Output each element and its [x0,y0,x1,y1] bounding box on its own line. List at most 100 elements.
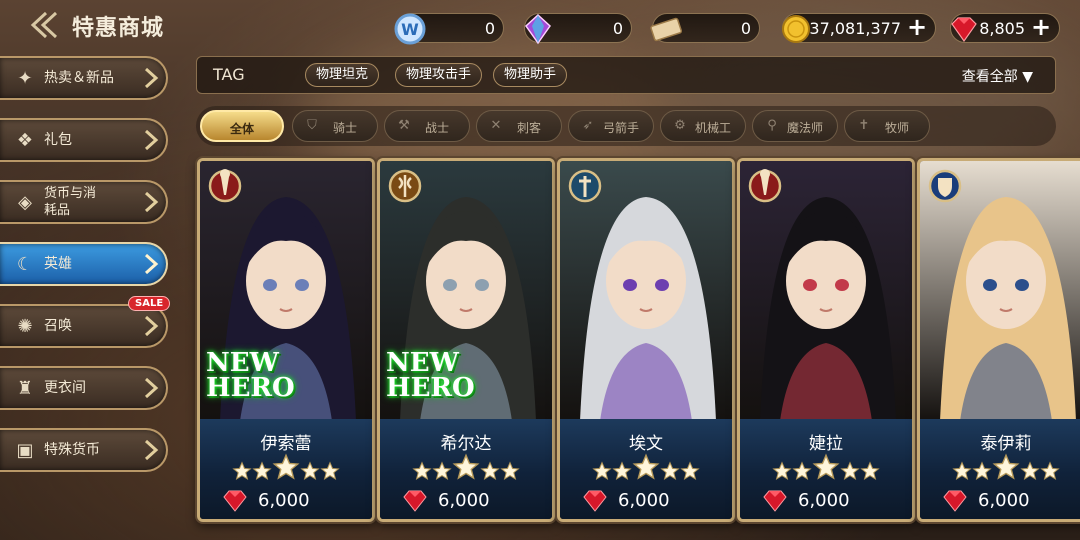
star-icon [952,461,972,480]
new-hero-badge: NEW HERO [206,350,346,403]
currency-crystal: 0 [524,13,632,45]
nav-item-summon[interactable]: ✺ 召唤 SALE [0,296,171,348]
hero-price: 6,000 [798,490,850,511]
new-hero-text: HERO [386,373,475,403]
view-all-button[interactable]: 查看全部 ▼ [962,66,1033,86]
filter-archer[interactable]: ➶ 弓箭手 [568,110,654,142]
ruby-icon [223,490,247,512]
star-icon [812,453,840,480]
special-currency-icon: ▣ [16,440,34,461]
hot-new-icon: ✦ [17,68,33,89]
hero-info-panel: 泰伊莉 6,000 [920,419,1080,519]
hero-info-panel: 伊索蕾 6,000 [200,419,372,519]
currency-value: 8,805 [979,19,1025,38]
star-icon [320,461,340,480]
currency-gold: 37,081,377 + [782,13,936,43]
star-icon [272,453,300,480]
hero-card[interactable]: NEW HERO 伊索蕾 6,000 [197,158,375,522]
wardrobe-icon: ♜ [16,378,34,399]
ruby-icon [403,490,427,512]
hero-info-panel: 希尔达 6,000 [380,419,552,519]
tag-bar: TAG 物理坦克 物理攻击手 物理助手 查看全部 ▼ [196,56,1056,94]
nav-item-gift-pack[interactable]: ❖ 礼包 [0,118,168,162]
nav-item-currency[interactable]: ◈ 货币与消耗品 [0,180,168,224]
add-gold-button[interactable]: + [905,15,929,41]
star-icon [612,461,632,480]
star-icon [480,461,500,480]
crystal-icon [525,13,551,45]
filter-assassin[interactable]: ✕ 刺客 [476,110,562,142]
currency-value: 0 [740,19,751,38]
star-rating [920,451,1080,483]
filter-label: 牧师 [884,121,909,135]
hero-card[interactable]: 埃文 6,000 [557,158,735,522]
nav-item-label: 英雄 [44,256,72,272]
hero-icon: ☾ [16,254,34,275]
nav-item-hero[interactable]: ☾ 英雄 [0,242,168,286]
star-icon [992,453,1020,480]
star-icon [972,461,992,480]
hero-card[interactable]: NEW HERO 希尔达 6,000 [377,158,555,522]
ticket-icon [650,17,683,42]
tag-chip[interactable]: 物理坦克 [305,63,380,87]
star-icon [592,461,612,480]
filter-priest[interactable]: ✝ 牧师 [844,110,930,142]
warrior-role-icon [388,169,422,203]
star-rating [200,451,372,483]
new-hero-text: HERO [206,373,295,403]
hero-card[interactable]: 泰伊莉 6,000 [917,158,1080,522]
new-hero-badge: NEW HERO [386,350,526,403]
ruby-icon [943,490,967,512]
filter-wizard[interactable]: ⚲ 魔法师 [752,110,838,142]
hero-info-panel: 婕拉 6,000 [740,419,912,519]
chevron-right-icon [144,191,159,213]
chevron-right-icon [144,129,159,151]
ruby-icon [583,490,607,512]
nav-item-label: 召唤 [44,318,72,334]
star-icon [232,461,252,480]
star-icon [300,461,320,480]
add-ruby-button[interactable]: + [1029,15,1053,41]
filter-mechanic[interactable]: ⚙ 机械工 [660,110,746,142]
filter-knight[interactable]: ⛉ 骑士 [292,110,378,142]
star-icon [680,461,700,480]
nav-item-wardrobe[interactable]: ♜ 更衣间 [0,366,168,410]
star-icon [1020,461,1040,480]
top-bar: 特惠商城 W 0 0 0 37,081,377 + 8,805 + [0,0,1080,54]
nav-item-special-currency[interactable]: ▣ 特殊货币 [0,428,168,472]
hero-price: 6,000 [978,490,1030,511]
ruby-icon [951,17,977,43]
w-token-icon: W [394,13,426,45]
filter-label: 全体 [229,122,254,136]
tag-title: TAG [213,65,245,84]
star-rating [380,451,552,483]
hero-price: 6,000 [258,490,310,511]
star-icon [452,453,480,480]
star-icon [840,461,860,480]
tag-chip[interactable]: 物理助手 [493,63,568,87]
hero-info-panel: 埃文 6,000 [560,419,732,519]
chevron-right-icon [144,67,159,89]
nav-item-label: 热卖＆新品 [44,70,114,86]
star-icon [500,461,520,480]
nav-item-hot-new[interactable]: ✦ 热卖＆新品 [0,56,168,100]
star-icon [432,461,452,480]
filter-label: 骑士 [332,121,357,135]
filter-warrior[interactable]: ⚒ 战士 [384,110,470,142]
star-icon [632,453,660,480]
chevron-right-icon [144,377,159,399]
hero-card[interactable]: 婕拉 6,000 [737,158,915,522]
chevron-right-icon [144,439,159,461]
class-filter-bar: 全体 ⛉ 骑士 ⚒ 战士 ✕ 刺客 ➶ 弓箭手 ⚙ 机械工 ⚲ 魔法师 ✝ 牧师 [196,106,1056,146]
filter-all[interactable]: 全体 [200,110,284,142]
currency-icon: ◈ [18,192,32,213]
currency-w-token: W 0 [394,13,504,45]
filter-label: 弓箭手 [602,121,639,135]
filter-label: 战士 [424,121,449,135]
star-icon [660,461,680,480]
back-button[interactable] [28,10,64,40]
currency-value: 0 [484,19,495,38]
star-icon [772,461,792,480]
tag-chip[interactable]: 物理攻击手 [395,63,483,87]
currency-ticket: 0 [650,13,760,43]
